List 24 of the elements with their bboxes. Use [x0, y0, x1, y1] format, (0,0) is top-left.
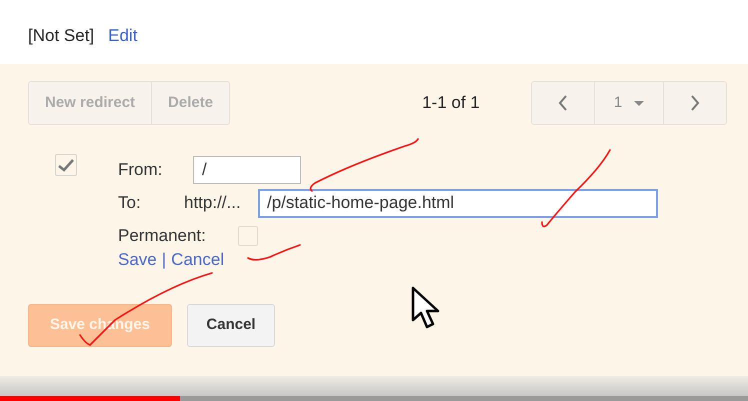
permanent-checkbox[interactable]: [238, 226, 258, 246]
checkmark-icon: [58, 158, 74, 172]
redirect-setting-value: [Not Set]: [28, 25, 94, 48]
chevron-right-icon: [690, 94, 700, 112]
link-separator: |: [162, 249, 166, 272]
edit-link[interactable]: Edit: [108, 23, 138, 49]
next-page-button[interactable]: [663, 81, 727, 125]
range-text: 1-1 of 1: [422, 92, 480, 114]
row-checkbox[interactable]: [55, 154, 77, 176]
page-dropdown[interactable]: 1: [595, 81, 663, 125]
cancel-link[interactable]: Cancel: [171, 247, 224, 273]
cancel-button[interactable]: Cancel: [187, 304, 275, 347]
url-prefix: http://...: [184, 192, 242, 214]
chevron-left-icon: [558, 94, 568, 112]
from-label: From:: [118, 159, 164, 182]
save-link[interactable]: Save: [118, 247, 157, 273]
permanent-label: Permanent:: [118, 225, 207, 248]
to-field[interactable]: /p/static-home-page.html: [258, 188, 658, 218]
annotation-stroke: [247, 244, 301, 261]
video-progress-track[interactable]: [0, 396, 748, 401]
previous-page-button[interactable]: [531, 81, 595, 125]
to-label: To:: [118, 192, 142, 214]
dropdown-caret-icon: [634, 100, 644, 106]
from-field[interactable]: /: [193, 156, 301, 184]
